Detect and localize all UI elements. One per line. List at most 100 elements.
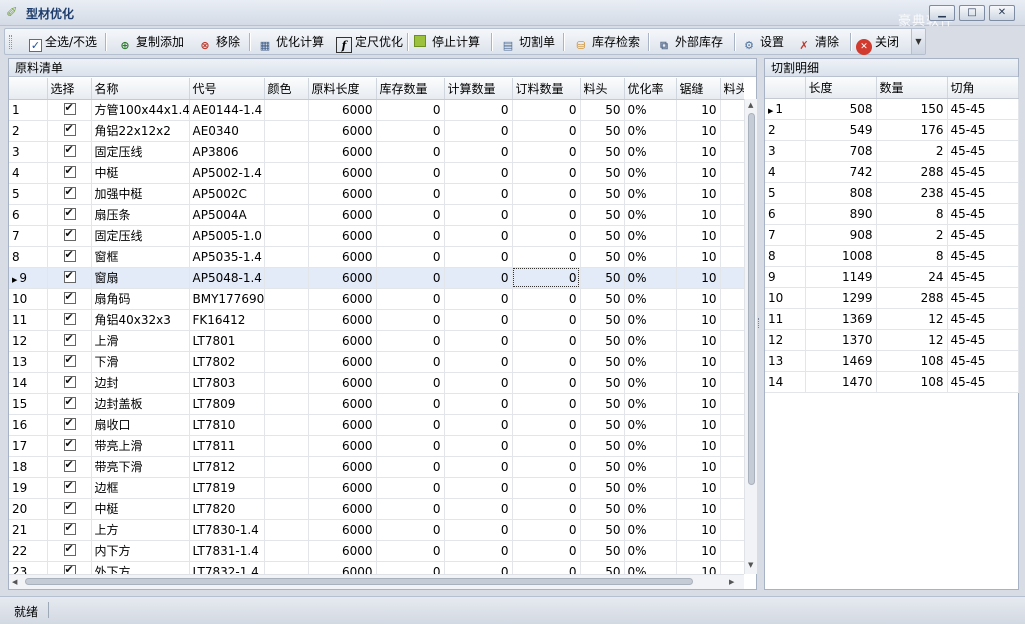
materials-row[interactable]: 14边封LT78036000000500%10 (9, 372, 744, 394)
row-number-cell[interactable]: 11 (765, 308, 806, 330)
materials-cell-order[interactable]: 0 (512, 351, 581, 373)
row-number-cell[interactable]: 11 (9, 309, 48, 331)
stop-button[interactable]: 停止计算 (414, 32, 480, 52)
materials-cell-calc[interactable]: 0 (444, 498, 513, 520)
materials-cell-code[interactable]: LT7830-1.4 (189, 519, 265, 541)
cuts-row[interactable]: 12 1370 12 45-45 (765, 329, 1019, 351)
materials-cell-tail[interactable] (720, 519, 744, 541)
materials-column-header[interactable]: 选择 (47, 78, 92, 100)
materials-cell-code[interactable]: LT7820 (189, 498, 265, 520)
cuts-cell-qty[interactable]: 8 (876, 245, 948, 267)
materials-cell-stock[interactable]: 0 (376, 519, 445, 541)
select-cell[interactable] (47, 141, 92, 163)
cuts-cell-length[interactable]: 808 (805, 182, 877, 204)
materials-cell-head[interactable]: 50 (580, 330, 625, 352)
materials-cell-tail[interactable] (720, 288, 744, 310)
materials-vertical-scrollbar[interactable]: ▲ ▼ (744, 99, 757, 574)
materials-cell-color[interactable] (264, 456, 309, 478)
materials-cell-length[interactable]: 6000 (308, 99, 377, 121)
materials-cell-kerf[interactable]: 10 (676, 120, 721, 142)
materials-cell-kerf[interactable]: 10 (676, 330, 721, 352)
materials-cell-order[interactable]: 0 (512, 99, 581, 121)
row-select-checkbox[interactable] (63, 143, 76, 157)
materials-cell-color[interactable] (264, 99, 309, 121)
materials-cell-code[interactable]: AP5004A (189, 204, 265, 226)
row-select-checkbox[interactable] (63, 269, 76, 283)
cuts-column-header[interactable] (765, 77, 806, 99)
materials-cell-code[interactable]: AP5035-1.4 (189, 246, 265, 268)
materials-cell-head[interactable]: 50 (580, 498, 625, 520)
materials-cell-head[interactable]: 50 (580, 372, 625, 394)
materials-column-header[interactable]: 锯缝 (676, 78, 721, 100)
close-button[interactable]: ✕ 关闭 (856, 32, 899, 55)
materials-row[interactable]: 15边封盖板LT78096000000500%10 (9, 393, 744, 415)
materials-cell-order[interactable]: 0 (512, 435, 581, 457)
materials-cell-tail[interactable] (720, 120, 744, 142)
cuts-cell-angle[interactable]: 45-45 (947, 245, 1019, 267)
materials-cell-name[interactable]: 边封 (91, 372, 190, 394)
row-number-cell[interactable]: 19 (9, 477, 48, 499)
materials-cell-calc[interactable]: 0 (444, 456, 513, 478)
cuts-cell-angle[interactable]: 45-45 (947, 182, 1019, 204)
cuts-cell-angle[interactable]: 45-45 (947, 350, 1019, 372)
materials-cell-color[interactable] (264, 435, 309, 457)
materials-cell-tail[interactable] (720, 456, 744, 478)
materials-cell-tail[interactable] (720, 540, 744, 562)
materials-cell-stock[interactable]: 0 (376, 456, 445, 478)
materials-row[interactable]: 3固定压线AP38066000000500%10 (9, 141, 744, 163)
materials-cell-rate[interactable]: 0% (624, 330, 677, 352)
row-number-cell[interactable]: 17 (9, 435, 48, 457)
cuts-cell-qty[interactable]: 288 (876, 287, 948, 309)
materials-cell-calc[interactable]: 0 (444, 351, 513, 373)
materials-cell-head[interactable]: 50 (580, 519, 625, 541)
materials-cell-head[interactable]: 50 (580, 288, 625, 310)
materials-cell-code[interactable]: AP5005-1.0 (189, 225, 265, 247)
materials-row[interactable]: 17带亮上滑LT78116000000500%10 (9, 435, 744, 457)
cuts-cell-length[interactable]: 1469 (805, 350, 877, 372)
materials-cell-stock[interactable]: 0 (376, 120, 445, 142)
materials-cell-tail[interactable] (720, 330, 744, 352)
select-cell[interactable] (47, 204, 92, 226)
materials-cell-length[interactable]: 6000 (308, 498, 377, 520)
materials-cell-length[interactable]: 6000 (308, 204, 377, 226)
row-number-cell[interactable]: 14 (9, 372, 48, 394)
materials-cell-tail[interactable] (720, 414, 744, 436)
materials-cell-calc[interactable]: 0 (444, 330, 513, 352)
materials-cell-order[interactable]: 0 (512, 393, 581, 415)
materials-horizontal-scrollbar[interactable]: ◀ ▶ (9, 574, 744, 589)
materials-cell-name[interactable]: 外下方 (91, 561, 190, 574)
optimize-button[interactable]: ▦ 优化计算 (257, 32, 324, 52)
row-number-cell[interactable]: 3 (765, 140, 806, 162)
row-select-checkbox[interactable] (63, 437, 76, 451)
cuts-cell-qty[interactable]: 176 (876, 119, 948, 141)
materials-cell-tail[interactable] (720, 141, 744, 163)
materials-cell-kerf[interactable]: 10 (676, 267, 721, 289)
materials-cell-calc[interactable]: 0 (444, 414, 513, 436)
cuts-row[interactable]: 2 549 176 45-45 (765, 119, 1019, 141)
materials-cell-order[interactable]: 0 (512, 309, 581, 331)
materials-cell-calc[interactable]: 0 (444, 225, 513, 247)
cuts-cell-qty[interactable]: 108 (876, 350, 948, 372)
materials-cell-order[interactable]: 0 (512, 456, 581, 478)
materials-cell-calc[interactable]: 0 (444, 477, 513, 499)
select-cell[interactable] (47, 246, 92, 268)
materials-cell-order[interactable]: 0 (512, 561, 581, 574)
materials-row[interactable]: 6扇压条AP5004A6000000500%10 (9, 204, 744, 226)
materials-cell-stock[interactable]: 0 (376, 99, 445, 121)
materials-cell-stock[interactable]: 0 (376, 477, 445, 499)
row-select-checkbox[interactable] (63, 164, 76, 178)
materials-cell-rate[interactable]: 0% (624, 435, 677, 457)
materials-column-header[interactable]: 名称 (91, 78, 190, 100)
materials-cell-calc[interactable]: 0 (444, 372, 513, 394)
cuts-cell-angle[interactable]: 45-45 (947, 266, 1019, 288)
cuts-cell-length[interactable]: 1369 (805, 308, 877, 330)
materials-cell-tail[interactable] (720, 435, 744, 457)
select-cell[interactable] (47, 456, 92, 478)
select-cell[interactable] (47, 372, 92, 394)
cuts-row[interactable]: 10 1299 288 45-45 (765, 287, 1019, 309)
cuts-row[interactable]: 5 808 238 45-45 (765, 182, 1019, 204)
materials-cell-length[interactable]: 6000 (308, 435, 377, 457)
materials-cell-stock[interactable]: 0 (376, 372, 445, 394)
materials-cell-head[interactable]: 50 (580, 414, 625, 436)
row-select-checkbox[interactable] (63, 542, 76, 556)
